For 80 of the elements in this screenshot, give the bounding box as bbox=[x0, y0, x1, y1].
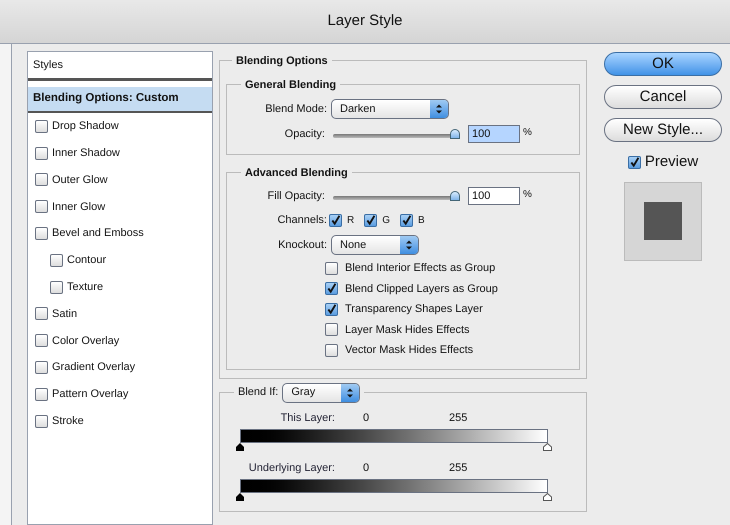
field-label: This Layer: bbox=[280, 411, 335, 426]
range-value: 255 bbox=[449, 461, 468, 476]
dialog-button[interactable]: New Style... bbox=[604, 118, 722, 142]
checkbox[interactable] bbox=[35, 227, 48, 240]
dropdown[interactable]: Gray bbox=[282, 382, 360, 402]
checkbox[interactable] bbox=[325, 262, 338, 275]
field-label: Opacity: bbox=[284, 126, 325, 142]
preview-square bbox=[644, 202, 682, 240]
checkbox[interactable] bbox=[35, 414, 48, 428]
style-item[interactable]: Inner Glow bbox=[52, 198, 106, 216]
style-item[interactable]: Drop Shadow bbox=[52, 118, 119, 135]
stepper-icon bbox=[430, 100, 448, 118]
slider-handle[interactable] bbox=[236, 442, 244, 450]
checkbox-label: G bbox=[382, 214, 390, 228]
window-title: Layer Style bbox=[327, 11, 403, 32]
checkbox[interactable] bbox=[325, 323, 338, 336]
style-item[interactable]: Bevel and Emboss bbox=[52, 225, 144, 242]
style-item[interactable]: Contour bbox=[67, 252, 106, 269]
group-title: Blend If: bbox=[238, 385, 278, 400]
style-item[interactable]: Gradient Overlay bbox=[52, 359, 136, 376]
group-title: Blending Options bbox=[236, 55, 328, 67]
checkbox[interactable] bbox=[50, 280, 63, 294]
checkbox-label: Layer Mask Hides Effects bbox=[345, 322, 470, 338]
checkbox-label: B bbox=[418, 214, 425, 228]
dropdown[interactable]: None bbox=[331, 235, 419, 255]
slider-handle[interactable] bbox=[543, 442, 552, 450]
checkbox[interactable] bbox=[35, 361, 48, 374]
style-item[interactable]: Outer Glow bbox=[52, 172, 108, 188]
style-item[interactable]: Inner Shadow bbox=[52, 144, 120, 162]
slider-handle[interactable] bbox=[543, 492, 552, 500]
checkbox-label: R bbox=[347, 214, 354, 228]
field-label: Fill Opacity: bbox=[266, 188, 325, 204]
field-label: Channels: bbox=[276, 212, 327, 228]
number-field[interactable]: 100 bbox=[468, 125, 520, 143]
checkbox[interactable] bbox=[35, 120, 48, 133]
checkbox[interactable] bbox=[325, 302, 338, 316]
checkbox[interactable] bbox=[35, 173, 48, 186]
channel-checkbox[interactable] bbox=[329, 214, 342, 226]
stepper-icon bbox=[341, 384, 360, 402]
channel-checkbox[interactable] bbox=[400, 214, 414, 226]
checkbox-label: Blend Interior Effects as Group bbox=[345, 261, 496, 276]
checkbox-label: Blend Clipped Layers as Group bbox=[345, 282, 498, 296]
checkbox[interactable] bbox=[35, 200, 48, 214]
slider-thumb[interactable] bbox=[450, 129, 460, 139]
style-item[interactable]: Stroke bbox=[52, 412, 84, 430]
checkbox-label: Vector Mask Hides Effects bbox=[345, 343, 474, 358]
style-item[interactable]: Texture bbox=[67, 278, 104, 296]
slider-handle[interactable] bbox=[236, 492, 244, 500]
panel-header: Styles bbox=[33, 58, 63, 73]
checkbox[interactable] bbox=[35, 146, 48, 160]
channel-checkbox[interactable] bbox=[364, 214, 378, 226]
unit-label: % bbox=[523, 188, 532, 202]
preview-checkbox[interactable] bbox=[628, 156, 641, 169]
range-value: 0 bbox=[363, 461, 370, 476]
checkbox[interactable] bbox=[50, 254, 63, 267]
style-item[interactable]: Color Overlay bbox=[52, 332, 120, 350]
group-title: General Blending bbox=[245, 79, 336, 91]
checkbox[interactable] bbox=[35, 334, 48, 348]
group-title: Advanced Blending bbox=[245, 167, 348, 179]
dropdown[interactable]: Darken bbox=[331, 99, 449, 119]
style-item[interactable]: Blending Options: Custom bbox=[28, 87, 212, 113]
checkbox[interactable] bbox=[325, 344, 338, 357]
slider-thumb[interactable] bbox=[450, 191, 460, 201]
number-field[interactable]: 100 bbox=[468, 187, 520, 205]
dialog-button[interactable]: OK bbox=[604, 52, 722, 76]
dialog-button[interactable]: Cancel bbox=[604, 85, 722, 109]
checkbox[interactable] bbox=[325, 282, 338, 296]
checkbox[interactable] bbox=[35, 307, 48, 320]
field-label: Blend Mode: bbox=[264, 102, 327, 117]
checkbox[interactable] bbox=[35, 388, 48, 401]
unit-label: % bbox=[523, 126, 532, 140]
field-label: Underlying Layer: bbox=[248, 461, 335, 476]
checkbox-label: Preview bbox=[644, 152, 698, 172]
style-item[interactable]: Satin bbox=[52, 306, 78, 322]
field-label: Knockout: bbox=[277, 238, 327, 253]
checkbox-label: Transparency Shapes Layer bbox=[345, 302, 483, 317]
range-value: 255 bbox=[449, 411, 468, 426]
stepper-icon bbox=[400, 236, 418, 254]
range-value: 0 bbox=[363, 411, 370, 426]
style-item[interactable]: Pattern Overlay bbox=[52, 386, 128, 403]
